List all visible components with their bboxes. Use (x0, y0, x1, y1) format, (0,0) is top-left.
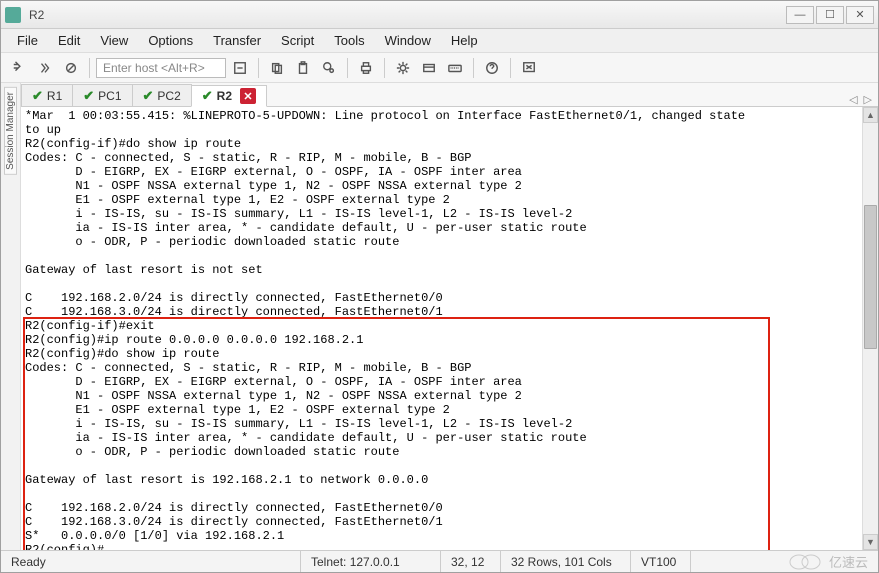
scroll-track[interactable] (863, 123, 878, 534)
maximize-button[interactable]: ☐ (816, 6, 844, 24)
scroll-up-icon[interactable]: ▲ (863, 107, 878, 123)
close-tab-icon[interactable]: ✕ (240, 88, 256, 104)
menu-window[interactable]: Window (377, 31, 439, 50)
menu-view[interactable]: View (92, 31, 136, 50)
menu-bar: File Edit View Options Transfer Script T… (1, 29, 878, 53)
host-input[interactable]: Enter host <Alt+R> (96, 58, 226, 78)
menu-script[interactable]: Script (273, 31, 322, 50)
menu-transfer[interactable]: Transfer (205, 31, 269, 50)
menu-tools[interactable]: Tools (326, 31, 372, 50)
scroll-thumb[interactable] (864, 205, 877, 349)
status-cursor: 32, 12 (441, 551, 501, 572)
window-titlebar: R2 — ☐ ✕ (1, 1, 878, 29)
tab-label: PC2 (157, 89, 180, 103)
menu-options[interactable]: Options (140, 31, 201, 50)
host-placeholder: Enter host <Alt+R> (103, 61, 205, 75)
tab-label: R1 (47, 89, 62, 103)
vertical-scrollbar[interactable]: ▲ ▼ (862, 107, 878, 550)
print-icon[interactable] (354, 56, 378, 80)
status-telnet: Telnet: 127.0.0.1 (301, 551, 441, 572)
tab-next-icon[interactable]: ▷ (864, 93, 872, 106)
help-icon[interactable] (480, 56, 504, 80)
copy-icon[interactable] (265, 56, 289, 80)
close-button[interactable]: ✕ (846, 6, 874, 24)
status-ready: Ready (1, 551, 301, 572)
scroll-down-icon[interactable]: ▼ (863, 534, 878, 550)
check-icon: ✔ (202, 88, 213, 104)
paste-icon[interactable] (291, 56, 315, 80)
tab-label: PC1 (98, 89, 121, 103)
connect-go-icon[interactable] (228, 56, 252, 80)
keyboard-icon[interactable] (443, 56, 467, 80)
tab-r2[interactable]: ✔ R2 ✕ (191, 85, 267, 107)
session-manager-tab[interactable]: Session Manager (4, 87, 17, 175)
quick-connect-icon[interactable] (7, 56, 31, 80)
terminal-output[interactable]: *Mar 1 00:03:55.415: %LINEPROTO-5-UPDOWN… (21, 107, 862, 550)
toolbar: Enter host <Alt+R> (1, 53, 878, 83)
reconnect-icon[interactable] (33, 56, 57, 80)
status-emulation: VT100 (631, 551, 691, 572)
tab-pc1[interactable]: ✔ PC1 (72, 84, 132, 106)
side-panel[interactable]: Session Manager (1, 83, 21, 550)
window-title: R2 (27, 8, 786, 22)
menu-edit[interactable]: Edit (50, 31, 88, 50)
tab-label: R2 (217, 89, 232, 103)
minimize-button[interactable]: — (786, 6, 814, 24)
xserver-icon[interactable] (517, 56, 541, 80)
tab-strip: ✔R1 ✔PC1 ✔PC2 ✔R2✕ ◁ ▷ (21, 83, 878, 107)
tab-prev-icon[interactable]: ◁ (849, 93, 857, 106)
watermark-logo: 亿速云 (779, 551, 878, 572)
check-icon: ✔ (83, 88, 94, 104)
app-icon (5, 7, 21, 23)
status-bar: Ready Telnet: 127.0.0.1 32, 12 32 Rows, … (1, 550, 878, 572)
menu-file[interactable]: File (9, 31, 46, 50)
check-icon: ✔ (32, 88, 43, 104)
check-icon: ✔ (143, 88, 154, 104)
menu-help[interactable]: Help (443, 31, 486, 50)
settings-icon[interactable] (391, 56, 415, 80)
session-options-icon[interactable] (417, 56, 441, 80)
status-size: 32 Rows, 101 Cols (501, 551, 631, 572)
tab-r1[interactable]: ✔ R1 (21, 84, 73, 106)
find-icon[interactable] (317, 56, 341, 80)
disconnect-icon[interactable] (59, 56, 83, 80)
tab-pc2[interactable]: ✔PC2 (132, 84, 192, 106)
watermark-text: 亿速云 (829, 552, 868, 571)
